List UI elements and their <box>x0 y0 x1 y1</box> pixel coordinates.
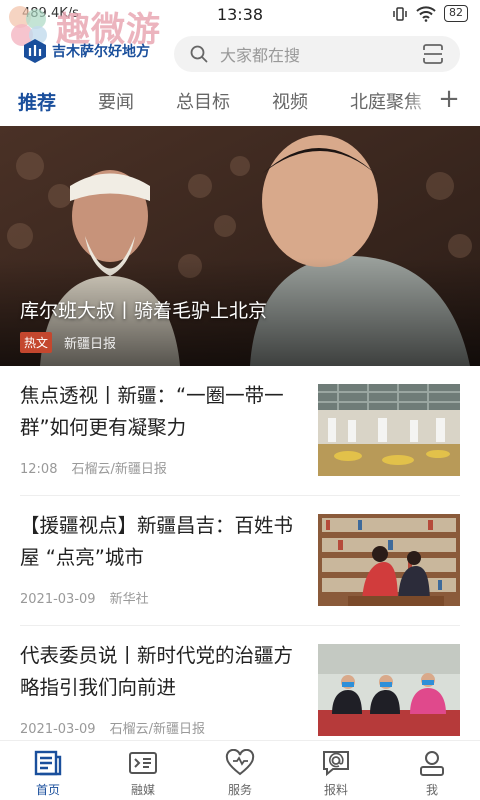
heart-icon <box>225 749 255 776</box>
vibrate-icon <box>393 6 407 21</box>
hero-banner[interactable]: 库尔班大叔丨骑着毛驴上北京 热文 新疆日报 <box>0 126 480 366</box>
search-icon <box>190 45 208 63</box>
tab-general-goal[interactable]: 总目标 <box>176 88 230 114</box>
logo-text: 吉木萨尔好地方 <box>52 44 150 60</box>
scan-icon[interactable] <box>422 43 444 65</box>
wifi-icon <box>416 5 436 22</box>
battery-indicator: 82 <box>444 5 468 22</box>
nav-services[interactable]: 服务 <box>205 749 275 798</box>
app-logo[interactable]: 吉木萨尔好地方 <box>22 38 150 64</box>
status-icons: 82 <box>392 5 468 22</box>
nav-label: 首页 <box>35 783 60 797</box>
nav-me[interactable]: 我 <box>397 749 467 798</box>
news-title: 代表委员说丨新时代党的治疆方略指引我们向前进 <box>20 644 294 699</box>
tab-video[interactable]: 视频 <box>272 88 308 114</box>
hero-title: 库尔班大叔丨骑着毛驴上北京 <box>20 300 268 322</box>
news-meta: 2021-03-09 新华社 <box>20 588 149 607</box>
news-meta: 2021-03-09 石榴云/新疆日报 <box>20 718 205 737</box>
news-item[interactable]: 【援疆视点】新疆昌吉：百姓书屋 “点亮”城市 2021-03-09 新华社 <box>0 496 480 626</box>
nav-label: 报料 <box>323 783 348 797</box>
media-icon <box>129 752 157 774</box>
news-title: 【援疆视点】新疆昌吉：百姓书屋 “点亮”城市 <box>20 514 294 569</box>
add-channel-button[interactable]: + <box>432 84 466 114</box>
user-icon <box>420 751 444 776</box>
hero-image <box>0 126 480 366</box>
news-icon <box>34 750 62 776</box>
news-source: 石榴云/新疆日报 <box>71 462 167 477</box>
hero-meta: 热文 新疆日报 <box>20 332 116 353</box>
tab-recommend[interactable]: 推荐 <box>18 88 56 115</box>
nav-label: 我 <box>425 783 438 797</box>
tab-headlines[interactable]: 要闻 <box>98 88 134 114</box>
nav-label: 服务 <box>227 783 252 797</box>
hero-source: 新疆日报 <box>64 337 117 352</box>
search-placeholder: 大家都在搜 <box>220 46 301 65</box>
news-time: 2021-03-09 <box>20 592 96 607</box>
news-thumbnail <box>318 514 460 606</box>
news-source: 石榴云/新疆日报 <box>109 722 205 737</box>
news-source: 新华社 <box>109 592 149 607</box>
news-item[interactable]: 焦点透视丨新疆：“一圈一带一群”如何更有凝聚力 12:08 石榴云/新疆日报 <box>0 366 480 496</box>
hot-tag: 热文 <box>20 332 53 353</box>
nav-media[interactable]: 融媒 <box>108 749 178 798</box>
news-title: 焦点透视丨新疆：“一圈一带一群”如何更有凝聚力 <box>20 384 284 439</box>
bottom-nav: 首页 融媒 服务 报料 我 <box>0 740 480 800</box>
nav-home[interactable]: 首页 <box>13 749 83 798</box>
news-thumbnail <box>318 644 460 736</box>
nav-label: 融媒 <box>130 783 155 797</box>
news-item[interactable]: 代表委员说丨新时代党的治疆方略指引我们向前进 2021-03-09 石榴云/新疆日… <box>0 626 480 756</box>
news-thumbnail <box>318 384 460 476</box>
search-bar[interactable]: 大家都在搜 <box>174 36 460 72</box>
logo-mark-icon <box>24 39 46 63</box>
status-bar: 489.4K/s 13:38 82 <box>0 0 480 30</box>
nav-report[interactable]: 报料 <box>301 749 371 798</box>
report-icon <box>323 751 349 777</box>
news-time: 2021-03-09 <box>20 722 96 737</box>
news-time: 12:08 <box>20 462 58 477</box>
news-meta: 12:08 石榴云/新疆日报 <box>20 458 167 477</box>
channel-tabs: 推荐 要闻 总目标 视频 北庭聚焦 + <box>0 82 480 122</box>
